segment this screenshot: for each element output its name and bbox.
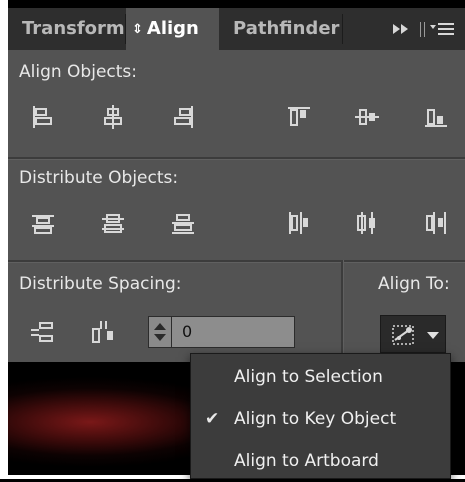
tab-reorder-icon: ⇕ xyxy=(132,22,143,37)
panel-menu-icon[interactable] xyxy=(418,8,458,50)
vertical-distribute-top-icon[interactable] xyxy=(28,208,58,238)
panel-tab-bar: Transform ⇕ Align Pathfinder xyxy=(8,8,465,50)
tab-transform[interactable]: Transform xyxy=(8,8,125,50)
tab-label: Align xyxy=(146,18,199,39)
frame-edge xyxy=(0,0,8,479)
horizontal-distribute-center-icon[interactable] xyxy=(352,208,382,238)
menu-item-align-to-artboard[interactable]: Align to Artboard xyxy=(191,440,450,482)
horizontal-distribute-space-icon[interactable] xyxy=(88,317,118,347)
tab-label: Pathfinder xyxy=(233,18,340,39)
tab-divider xyxy=(342,14,343,44)
menu-item-align-to-key-object[interactable]: ✔ Align to Key Object xyxy=(191,398,450,440)
vertical-distribute-bottom-icon[interactable] xyxy=(168,208,198,238)
vertical-align-center-icon[interactable] xyxy=(352,102,382,132)
chevron-down-icon xyxy=(427,332,439,339)
vertical-distribute-center-icon[interactable] xyxy=(98,208,128,238)
tab-align[interactable]: ⇕ Align xyxy=(126,8,219,50)
vertical-align-bottom-icon[interactable] xyxy=(421,102,451,132)
decrement-arrow-icon[interactable] xyxy=(154,334,166,341)
distribute-objects-label: Distribute Objects: xyxy=(19,168,179,188)
menu-item-align-to-selection[interactable]: Align to Selection xyxy=(191,356,450,398)
horizontal-distribute-right-icon[interactable] xyxy=(421,208,451,238)
menu-item-label: Align to Artboard xyxy=(234,451,379,471)
double-chevron-right-icon[interactable] xyxy=(392,8,410,50)
align-objects-label: Align Objects: xyxy=(19,62,137,82)
align-panel: Transform ⇕ Align Pathfinder Align Object… xyxy=(8,8,465,362)
menu-item-label: Align to Key Object xyxy=(234,409,397,429)
align-to-key-object-icon xyxy=(392,325,414,345)
section-divider xyxy=(341,260,344,362)
horizontal-align-left-icon[interactable] xyxy=(28,102,58,132)
horizontal-distribute-left-icon[interactable] xyxy=(284,208,314,238)
horizontal-align-center-icon[interactable] xyxy=(98,102,128,132)
align-to-menu: Align to Selection ✔ Align to Key Object… xyxy=(190,353,451,479)
section-divider xyxy=(8,260,465,263)
section-divider xyxy=(8,157,465,160)
vertical-distribute-space-icon[interactable] xyxy=(28,317,58,347)
align-to-dropdown-button[interactable] xyxy=(380,315,446,353)
tab-label: Transform xyxy=(22,18,125,39)
checkmark-icon: ✔ xyxy=(205,409,220,429)
spacing-stepper[interactable] xyxy=(148,316,172,348)
horizontal-align-right-icon[interactable] xyxy=(168,102,198,132)
vertical-align-top-icon[interactable] xyxy=(284,102,314,132)
distribute-spacing-label: Distribute Spacing: xyxy=(19,274,182,294)
spacing-value-field[interactable]: 0 xyxy=(172,316,295,348)
menu-item-label: Align to Selection xyxy=(234,367,383,387)
increment-arrow-icon[interactable] xyxy=(154,323,166,330)
align-to-label: Align To: xyxy=(378,274,450,294)
tab-pathfinder[interactable]: Pathfinder xyxy=(219,8,342,50)
